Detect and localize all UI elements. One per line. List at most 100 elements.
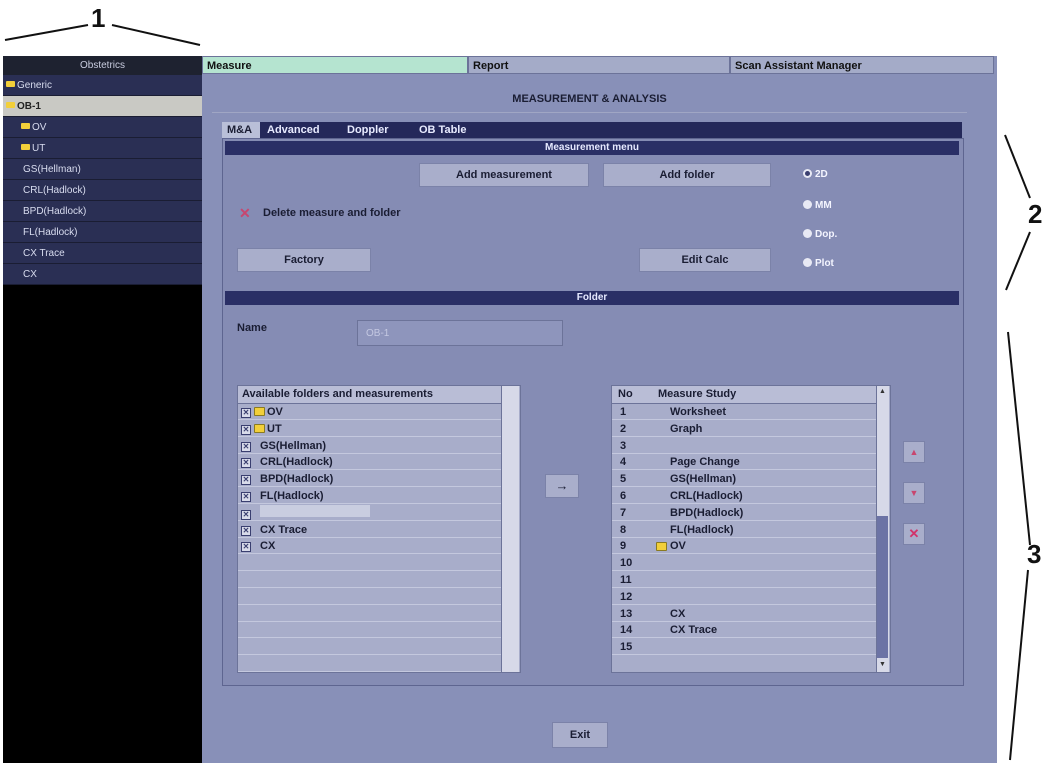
table-row[interactable]: 13 CX bbox=[612, 606, 876, 622]
add-folder-button[interactable]: Add folder bbox=[603, 163, 771, 187]
list-item[interactable] bbox=[238, 589, 501, 605]
tab-scan-assistant-manager[interactable]: Scan Assistant Manager bbox=[730, 56, 994, 74]
tree-item[interactable]: CX bbox=[3, 264, 202, 285]
folder-section-bar: Folder bbox=[225, 291, 959, 305]
checkbox-icon[interactable]: ✕ bbox=[241, 475, 251, 486]
table-row[interactable]: 14 CX Trace bbox=[612, 622, 876, 639]
checkbox-icon[interactable]: ✕ bbox=[241, 424, 251, 435]
available-scrollbar[interactable] bbox=[501, 386, 519, 672]
scroll-down-icon[interactable]: ▼ bbox=[878, 661, 887, 669]
tree-item[interactable]: UT bbox=[3, 138, 202, 159]
table-row[interactable]: 2 Graph bbox=[612, 421, 876, 437]
transfer-button[interactable]: → bbox=[545, 474, 579, 498]
checkbox-icon[interactable]: ✕ bbox=[241, 542, 251, 553]
table-row[interactable]: 10 bbox=[612, 555, 876, 572]
tab-ob-table[interactable]: OB Table bbox=[414, 122, 486, 138]
study-row-name: CX Trace bbox=[670, 622, 717, 638]
tree-item[interactable]: CX Trace bbox=[3, 243, 202, 264]
checkbox-icon[interactable]: ✕ bbox=[241, 441, 251, 452]
tree-item[interactable]: GS(Hellman) bbox=[3, 159, 202, 180]
list-item[interactable] bbox=[238, 622, 501, 639]
mode-2d-label: 2D bbox=[815, 169, 828, 180]
list-item[interactable]: ✕ CX Trace bbox=[238, 522, 501, 538]
list-item[interactable] bbox=[238, 572, 501, 588]
study-row-label: FL(Hadlock) bbox=[670, 523, 734, 536]
list-item[interactable]: ✕ FL(Hadlock) bbox=[238, 488, 501, 504]
list-item[interactable]: ✕ UT bbox=[238, 421, 501, 437]
folder-name-field[interactable]: OB-1 bbox=[357, 320, 563, 346]
study-scrollbar[interactable]: ▲ ▼ bbox=[876, 386, 889, 672]
table-row[interactable]: 1 Worksheet bbox=[612, 404, 876, 420]
tab-doppler[interactable]: Doppler bbox=[342, 122, 412, 138]
tree-item[interactable]: FL(Hadlock) bbox=[3, 222, 202, 243]
tree-item[interactable]: OB-1 bbox=[3, 96, 202, 117]
table-row[interactable]: 3 bbox=[612, 438, 876, 454]
study-row-number: 8 bbox=[620, 523, 627, 536]
table-row[interactable]: 5 GS(Hellman) bbox=[612, 471, 876, 488]
table-row[interactable]: 7 BPD(Hadlock) bbox=[612, 505, 876, 521]
list-item[interactable]: ✕ CRL(Hadlock) bbox=[238, 454, 501, 471]
study-row-number: 13 bbox=[620, 607, 633, 620]
scroll-up-icon[interactable]: ▲ bbox=[878, 388, 887, 396]
table-row[interactable]: 9 OV bbox=[612, 538, 876, 555]
remove-button[interactable]: ✕ bbox=[903, 523, 925, 545]
tab-report[interactable]: Report bbox=[468, 56, 730, 74]
folder-icon bbox=[6, 102, 15, 108]
table-row[interactable]: 12 bbox=[612, 589, 876, 605]
mode-plot-radio[interactable]: Plot bbox=[803, 257, 834, 269]
list-item[interactable]: ✕ CX bbox=[238, 538, 501, 555]
list-item[interactable]: ✕ bbox=[238, 504, 501, 521]
factory-button[interactable]: Factory bbox=[237, 248, 371, 272]
table-row[interactable]: 8 FL(Hadlock) bbox=[612, 522, 876, 538]
tab-advanced[interactable]: Advanced bbox=[262, 122, 340, 138]
study-row-label: CX bbox=[670, 607, 686, 620]
mode-dop-radio[interactable]: Dop. bbox=[803, 228, 837, 240]
list-item[interactable] bbox=[238, 606, 501, 622]
checkbox-icon[interactable]: ✕ bbox=[241, 408, 251, 418]
list-item[interactable] bbox=[238, 555, 501, 572]
mode-2d-radio[interactable]: 2D bbox=[803, 168, 828, 180]
study-row-name: CRL(Hadlock) bbox=[670, 488, 743, 504]
radio-dot-icon bbox=[803, 229, 812, 238]
table-row[interactable]: 4 Page Change bbox=[612, 454, 876, 471]
move-up-button[interactable]: ▲ bbox=[903, 441, 925, 463]
table-row[interactable]: 15 bbox=[612, 639, 876, 656]
delete-x-icon: ✕ bbox=[908, 526, 920, 541]
measure-study-list[interactable]: No Measure Study ▲ ▼ 1 Worksheet 2 Graph 3 4 P… bbox=[611, 385, 891, 673]
measurement-menu-bar: Measurement menu bbox=[225, 141, 959, 155]
tab-measure[interactable]: Measure bbox=[202, 56, 468, 74]
list-item[interactable] bbox=[238, 656, 501, 672]
tree-item-label: OB-1 bbox=[17, 101, 41, 112]
list-item[interactable] bbox=[238, 639, 501, 656]
available-list[interactable]: Available folders and measurements ✕ OV ✕ U… bbox=[237, 385, 521, 673]
checkbox-icon[interactable]: ✕ bbox=[241, 509, 251, 520]
scroll-thumb[interactable] bbox=[877, 516, 888, 658]
ma-tab-content: Measurement menu Add measurement Add fol… bbox=[222, 138, 964, 686]
tree-item[interactable]: Generic bbox=[3, 75, 202, 96]
main-panel: Measure Report Scan Assistant Manager ME… bbox=[202, 56, 997, 763]
tab-ma[interactable]: M&A bbox=[222, 122, 260, 138]
checkbox-icon[interactable]: ✕ bbox=[241, 492, 251, 502]
table-row[interactable]: 6 CRL(Hadlock) bbox=[612, 488, 876, 504]
study-row-name: CX bbox=[670, 606, 685, 622]
add-measurement-button[interactable]: Add measurement bbox=[419, 163, 589, 187]
checkbox-icon[interactable]: ✕ bbox=[241, 458, 251, 469]
folder-icon bbox=[21, 144, 30, 150]
list-item[interactable]: ✕ BPD(Hadlock) bbox=[238, 471, 501, 488]
tree-item-label: UT bbox=[32, 143, 46, 154]
exit-button[interactable]: Exit bbox=[552, 722, 608, 748]
list-item[interactable]: ✕ OV bbox=[238, 404, 501, 420]
list-item[interactable]: ✕ GS(Hellman) bbox=[238, 438, 501, 454]
checkbox-icon[interactable]: ✕ bbox=[241, 525, 251, 536]
edit-calc-button[interactable]: Edit Calc bbox=[639, 248, 771, 272]
radio-dot-icon bbox=[803, 258, 812, 267]
tree-item-label: GS(Hellman) bbox=[23, 164, 81, 175]
tree-item[interactable]: OV bbox=[3, 117, 202, 138]
tree-item[interactable]: BPD(Hadlock) bbox=[3, 201, 202, 222]
tree-item-label: CX Trace bbox=[23, 248, 65, 259]
tree-item[interactable]: CRL(Hadlock) bbox=[3, 180, 202, 201]
table-row[interactable]: 11 bbox=[612, 572, 876, 588]
move-down-button[interactable]: ▼ bbox=[903, 482, 925, 504]
delete-icon[interactable]: ✕ bbox=[239, 205, 251, 222]
mode-mm-radio[interactable]: MM bbox=[803, 199, 832, 211]
